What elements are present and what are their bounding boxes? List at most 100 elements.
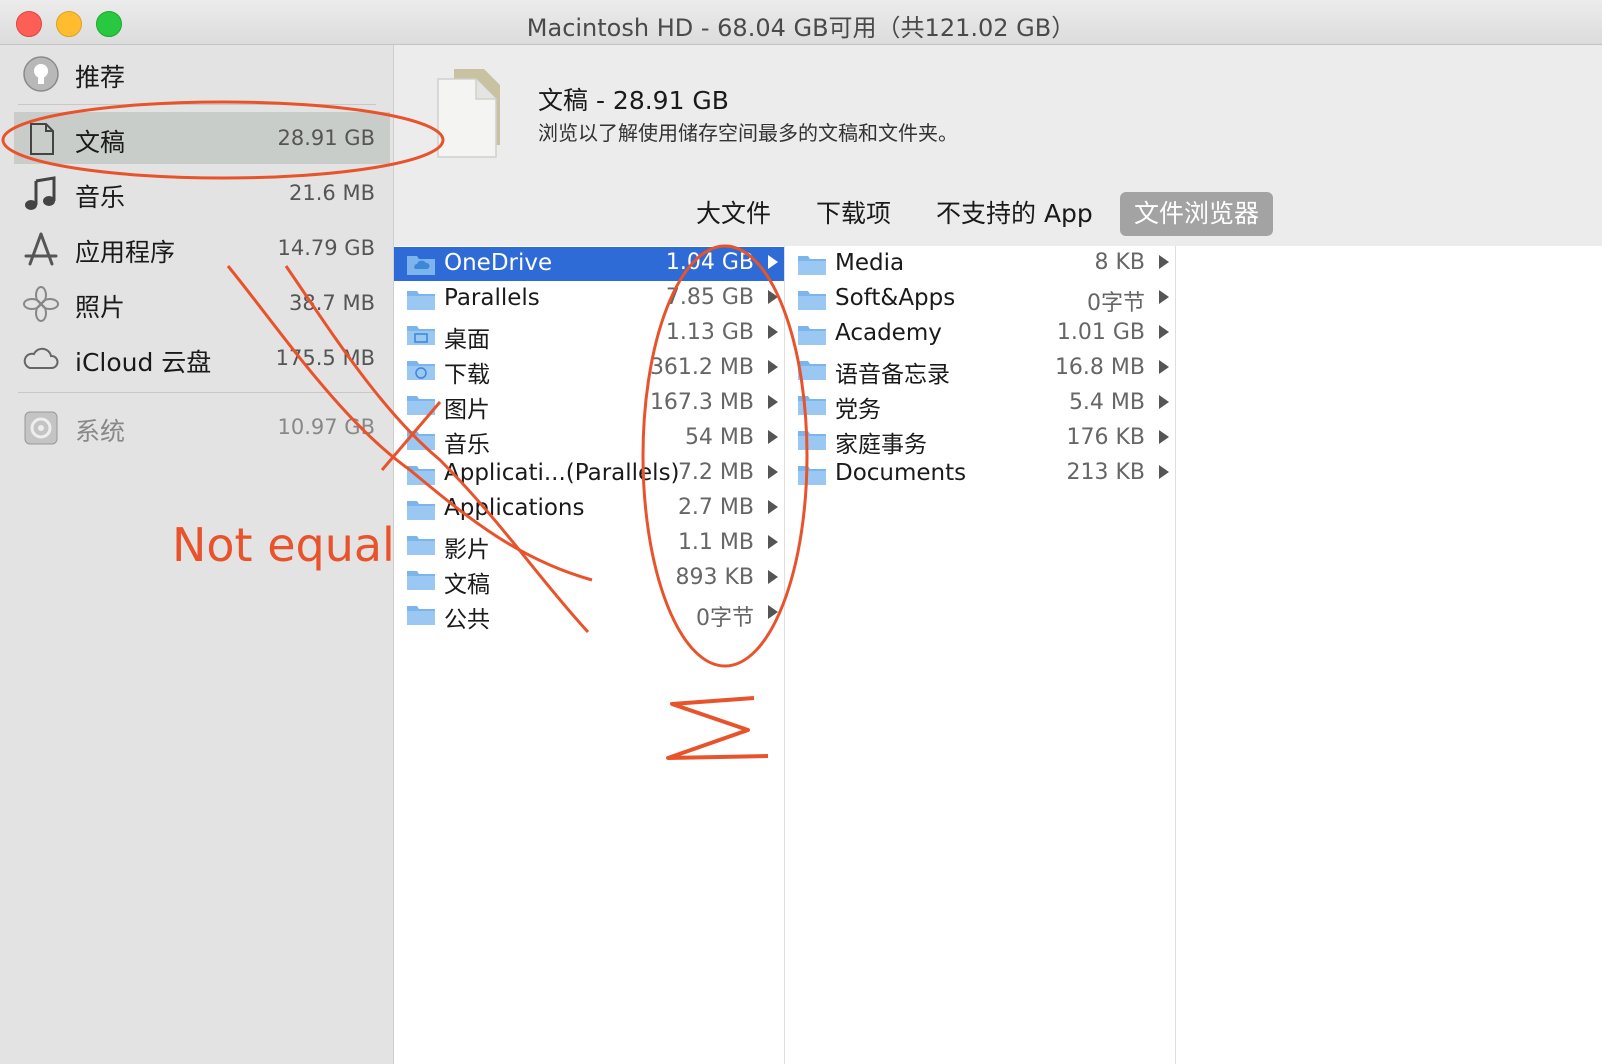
folder-name: Documents [835,460,967,486]
disclosure-arrow-icon [768,465,778,479]
sidebar-item-size: 28.91 GB [277,126,375,150]
sidebar-item-size: 14.79 GB [277,236,375,260]
sidebar-item-recommendations[interactable]: 推荐 [0,47,393,99]
folder-row-voice-memos[interactable]: 语音备忘录 16.8 MB [785,352,1175,388]
window-title: Macintosh HD - 68.04 GB可用（共121.02 GB） [526,14,1076,42]
folder-size: 1.01 GB [1056,320,1145,345]
disclosure-arrow-icon [768,255,778,269]
sidebar-item-label: 应用程序 [75,238,176,267]
folder-row-applications[interactable]: Applications 2.7 MB [394,492,784,526]
folder-name: 党务 [835,397,881,423]
disclosure-arrow-icon [768,325,778,339]
movies-folder-icon [407,536,435,555]
folder-name: Parallels [444,285,540,311]
sidebar-item-documents[interactable]: 文稿 28.91 GB [14,112,390,164]
browser-column-2: Media 8 KB Soft&Apps 0字节 Academy 1.01 GB… [785,246,1176,1064]
app-store-icon [24,232,58,266]
lightbulb-icon [23,56,59,92]
file-browser: OneDrive 1.04 GB Parallels 7.85 GB 桌面 1.… [394,246,1602,1064]
folder-row-media[interactable]: Media 8 KB [785,247,1175,281]
disclosure-arrow-icon [768,395,778,409]
folder-row-movies[interactable]: 影片 1.1 MB [394,527,784,563]
photos-icon [23,286,59,322]
disclosure-arrow-icon [768,430,778,444]
disclosure-arrow-icon [1159,395,1169,409]
folder-name: 图片 [444,397,490,423]
folder-row-academy[interactable]: Academy 1.01 GB [785,317,1175,351]
folder-size: 893 KB [675,565,754,590]
folder-row-family-affairs[interactable]: 家庭事务 176 KB [785,422,1175,458]
sidebar-item-size: 10.97 GB [277,415,375,439]
tab-downloads[interactable]: 下载项 [802,192,905,236]
applications-folder-icon [407,501,435,520]
folder-row-downloads[interactable]: 下载 361.2 MB [394,352,784,388]
folder-size: 2.7 MB [677,495,754,520]
disclosure-arrow-icon [768,500,778,514]
folder-icon [798,291,826,310]
folder-icon [407,466,435,485]
folder-size: 54 MB [684,425,754,450]
folder-name: Media [835,250,905,276]
tab-large-files[interactable]: 大文件 [682,192,785,236]
category-header: 文稿 - 28.91 GB 浏览以了解使用储存空间最多的文稿和文件夹。 [394,45,1602,182]
folder-size: 1.04 GB [665,250,754,275]
folder-size: 361.2 MB [649,355,754,380]
folder-row-public[interactable]: 公共 0字节 [394,597,784,633]
sidebar-item-music[interactable]: 音乐 21.6 MB [0,167,393,219]
folder-size: 7.2 MB [677,460,754,485]
pictures-folder-icon [407,396,435,415]
title-bar: Macintosh HD - 68.04 GB可用（共121.02 GB） [0,0,1602,45]
storage-management-window: Macintosh HD - 68.04 GB可用（共121.02 GB） 推荐… [0,0,1602,1064]
desktop-folder-icon [407,326,435,345]
disclosure-arrow-icon [768,290,778,304]
onedrive-folder-icon [407,256,435,275]
disclosure-arrow-icon [1159,465,1169,479]
category-title: 文稿 - 28.91 GB [538,86,729,115]
folder-row-documents[interactable]: 文稿 893 KB [394,562,784,598]
folder-row-onedrive[interactable]: OneDrive 1.04 GB [394,247,784,281]
folder-name: 影片 [444,537,490,563]
sidebar-item-label: 系统 [75,417,126,446]
folder-icon [798,466,826,485]
folder-row-music[interactable]: 音乐 54 MB [394,422,784,458]
music-note-icon [25,176,56,210]
folder-name: 音乐 [444,432,490,458]
sidebar-divider [18,392,376,393]
document-icon [30,123,54,155]
folder-name: Applications [444,495,585,521]
folder-icon [798,256,826,275]
folder-name: 文稿 [444,572,490,598]
folder-row-soft-apps[interactable]: Soft&Apps 0字节 [785,282,1175,316]
folder-size: 0字节 [1087,291,1145,316]
folder-size: 213 KB [1066,460,1145,485]
folder-row-pictures[interactable]: 图片 167.3 MB [394,387,784,423]
disclosure-arrow-icon [1159,325,1169,339]
disclosure-arrow-icon [768,360,778,374]
sidebar-item-applications[interactable]: 应用程序 14.79 GB [0,222,393,274]
tab-unsupported-apps[interactable]: 不支持的 App [922,192,1107,236]
folder-name: OneDrive [444,250,553,276]
sidebar-item-icloud-drive[interactable]: iCloud 云盘 175.5 MB [0,332,393,384]
disclosure-arrow-icon [1159,290,1169,304]
tab-file-browser[interactable]: 文件浏览器 [1120,192,1274,236]
folder-icon [798,326,826,345]
folder-row-applications-parallels[interactable]: Applicati...(Parallels) 7.2 MB [394,457,784,491]
folder-row-documents-en[interactable]: Documents 213 KB [785,457,1175,491]
sidebar-item-size: 21.6 MB [289,181,375,205]
disclosure-arrow-icon [1159,255,1169,269]
folder-row-parallels[interactable]: Parallels 7.85 GB [394,282,784,316]
folder-name: 语音备忘录 [835,362,950,388]
folder-row-party-affairs[interactable]: 党务 5.4 MB [785,387,1175,423]
sidebar-item-system[interactable]: 系统 10.97 GB [0,401,393,453]
sidebar-item-size: 38.7 MB [289,291,375,315]
sidebar-item-label: 照片 [75,293,126,322]
folder-row-desktop[interactable]: 桌面 1.13 GB [394,317,784,353]
category-description: 浏览以了解使用储存空间最多的文稿和文件夹。 [538,121,958,145]
folder-name: 桌面 [444,327,490,353]
sidebar-item-photos[interactable]: 照片 38.7 MB [0,277,393,329]
browser-column-1: OneDrive 1.04 GB Parallels 7.85 GB 桌面 1.… [394,246,785,1064]
folder-name: 公共 [444,607,490,633]
disclosure-arrow-icon [1159,430,1169,444]
sidebar-item-label: iCloud 云盘 [75,348,212,377]
sidebar-item-label: 推荐 [75,63,126,92]
